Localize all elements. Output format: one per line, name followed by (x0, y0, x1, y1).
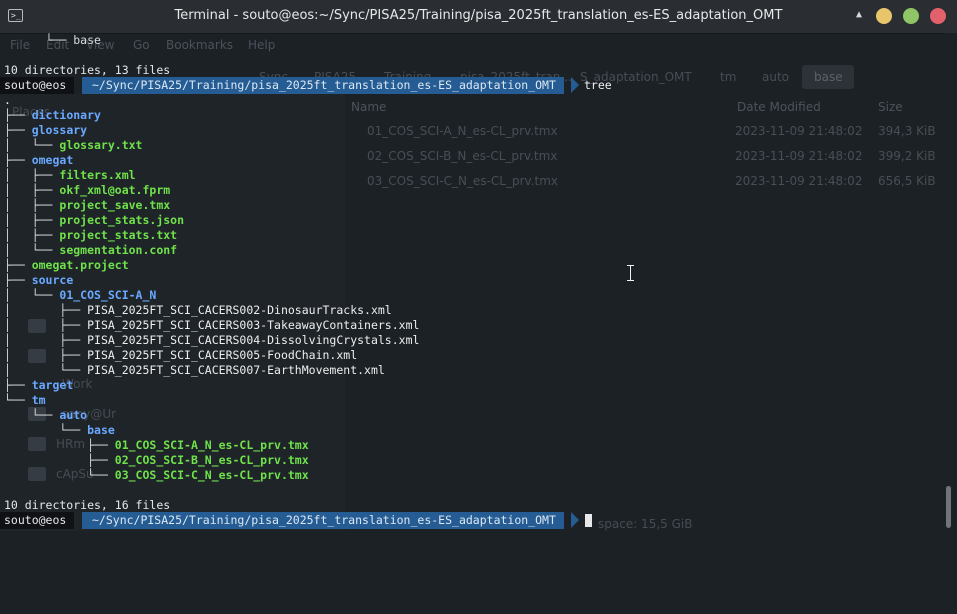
tree-item: │ └── 01_COS_SCI-A_N (4, 288, 157, 302)
tree-item: └── auto (4, 408, 88, 422)
tree-item: │ ├── okf_xml@oat.fprm (4, 183, 171, 197)
tree-item: ├── target (4, 378, 74, 392)
summary-line: 10 directories, 13 files (4, 63, 171, 77)
tree-item: ├── omegat.project (4, 258, 129, 272)
tree-item: ├── dictionary (4, 108, 101, 122)
tree-line-partial: └── base (4, 33, 101, 48)
text-cursor (585, 514, 592, 527)
tree-line-text: └── base (45, 33, 101, 47)
tree-item: └── base (4, 423, 115, 437)
prompt-separator-icon (571, 512, 579, 528)
minimize-button[interactable] (876, 8, 892, 24)
tree-item: │ └── PISA_2025FT_SCI_CACERS007-EarthMov… (4, 363, 385, 377)
tree-item: └── tm (4, 393, 46, 407)
prompt-separator-icon (571, 77, 579, 93)
tree-item: │ ├── project_stats.txt (4, 228, 178, 242)
prompt-path: ~/Sync/PISA25/Training/pisa_2025ft_trans… (82, 77, 564, 94)
tree-item: │ ├── PISA_2025FT_SCI_CACERS002-Dinosaur… (4, 303, 392, 317)
tree-item: ├── 01_COS_SCI-A_N_es-CL_prv.tmx (4, 438, 309, 452)
tree-root: . (4, 93, 11, 107)
tree-item: │ └── segmentation.conf (4, 243, 178, 257)
scrollbar-track[interactable] (944, 33, 957, 531)
tree-item: │ ├── project_save.tmx (4, 198, 171, 212)
tree-item: │ ├── project_stats.json (4, 213, 185, 227)
tree-item: │ ├── PISA_2025FT_SCI_CACERS005-FoodChai… (4, 348, 358, 362)
tree-item: ├── glossary (4, 123, 88, 137)
maximize-button[interactable] (903, 8, 919, 24)
prompt-user: souto@eos (0, 77, 75, 94)
tree-item: ├── omegat (4, 153, 74, 167)
tree-item: └── 03_COS_SCI-C_N_es-CL_prv.tmx (4, 468, 309, 482)
prompt-command: tree (584, 78, 612, 92)
window-title: Terminal - souto@eos:~/Sync/PISA25/Train… (174, 8, 783, 23)
tree-item: │ └── glossary.txt (4, 138, 143, 152)
tree-item: │ ├── PISA_2025FT_SCI_CACERS003-Takeaway… (4, 318, 420, 332)
tree-item: ├── source (4, 273, 74, 287)
terminal-output[interactable]: └── base 10 directories, 13 files souto@… (0, 33, 944, 531)
keep-above-icon[interactable]: ▲ (852, 8, 866, 22)
prompt-path: ~/Sync/PISA25/Training/pisa_2025ft_trans… (82, 512, 564, 529)
scrollbar-thumb[interactable] (946, 486, 951, 528)
prompt-line: souto@eos ~/Sync/PISA25/Training/pisa_20… (0, 77, 620, 94)
tree-item: │ ├── PISA_2025FT_SCI_CACERS004-Dissolvi… (4, 333, 420, 347)
title-bar[interactable]: >_ Terminal - souto@eos:~/Sync/PISA25/Tr… (0, 0, 957, 34)
tree-item: │ ├── filters.xml (4, 168, 136, 182)
prompt-user: souto@eos (0, 512, 75, 529)
prompt-line-current[interactable]: souto@eos ~/Sync/PISA25/Training/pisa_20… (0, 512, 600, 529)
ibeam-cursor-icon (627, 265, 634, 281)
tree-item: ├── 02_COS_SCI-B_N_es-CL_prv.tmx (4, 453, 309, 467)
summary-line: 10 directories, 16 files (4, 498, 171, 512)
close-button[interactable] (930, 8, 946, 24)
